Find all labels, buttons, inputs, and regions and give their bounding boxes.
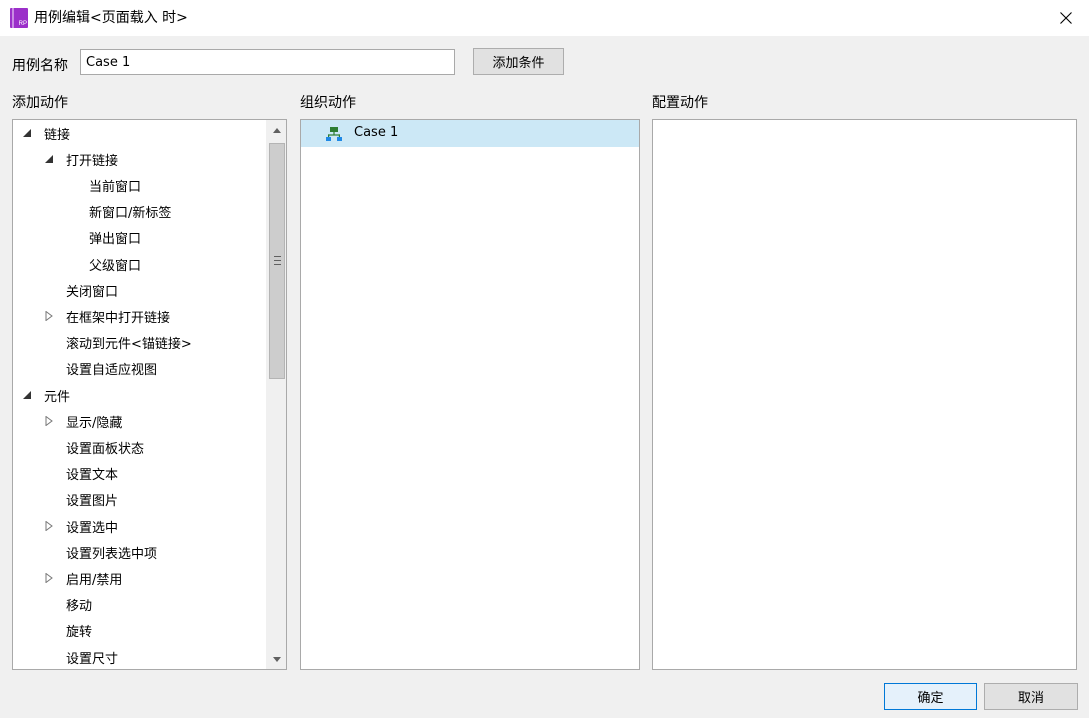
- tree-item-label: 显示/隐藏: [66, 415, 123, 431]
- collapsed-arrow-icon[interactable]: [44, 311, 54, 322]
- tree-item[interactable]: 显示/隐藏: [13, 408, 266, 434]
- tree-item-label: 移动: [66, 599, 93, 615]
- collapsed-arrow-icon[interactable]: [44, 521, 54, 531]
- tree-item[interactable]: 新窗口/新标签: [13, 199, 266, 225]
- tree-scrollbar[interactable]: [266, 120, 286, 669]
- collapsed-arrow-icon[interactable]: [44, 416, 54, 427]
- scroll-grip-icon: [274, 256, 281, 265]
- tree-item-label: 启用/禁用: [66, 572, 123, 588]
- scroll-down-button[interactable]: [267, 649, 286, 669]
- tree-item-label: 当前窗口: [89, 179, 142, 195]
- close-button[interactable]: [1043, 0, 1089, 36]
- tree-item[interactable]: 设置尺寸: [13, 644, 266, 669]
- title-bar: RP 用例编辑<页面载入 时>: [0, 0, 1089, 36]
- case-row[interactable]: Case 1: [301, 120, 639, 147]
- tree-item[interactable]: 父级窗口: [13, 251, 266, 277]
- tree-item[interactable]: 打开链接: [13, 146, 266, 172]
- configure-action-panel: [652, 119, 1077, 670]
- tree-item[interactable]: 旋转: [13, 618, 266, 644]
- tree-item[interactable]: 链接: [13, 120, 266, 146]
- tree-item-label: 旋转: [66, 625, 93, 641]
- window-title: 用例编辑<页面载入 时>: [34, 10, 188, 26]
- tree-item[interactable]: 滚动到元件<锚链接>: [13, 330, 266, 356]
- tree-item-label: 设置文本: [66, 468, 119, 484]
- tree-item[interactable]: 设置文本: [13, 461, 266, 487]
- close-icon: [1060, 12, 1072, 24]
- tree-item-label: 在框架中打开链接: [66, 310, 171, 326]
- tree-item[interactable]: 设置列表选中项: [13, 539, 266, 565]
- tree-item[interactable]: 设置选中: [13, 513, 266, 539]
- expanded-arrow-icon[interactable]: [22, 128, 32, 138]
- action-tree: 链接打开链接当前窗口新窗口/新标签 弹出窗口父级窗口关闭窗口在框架中打开链接滚动到…: [13, 120, 266, 669]
- tree-item-label: 链接: [44, 127, 71, 143]
- case-name-input[interactable]: [80, 49, 455, 75]
- scroll-down-arrow-icon: [273, 656, 281, 662]
- tree-item-label: 设置图片: [66, 494, 119, 510]
- collapsed-arrow-icon[interactable]: [44, 573, 54, 584]
- cancel-button[interactable]: 取消: [984, 683, 1078, 710]
- tree-item[interactable]: 关闭窗口: [13, 277, 266, 303]
- tree-item[interactable]: 元件: [13, 382, 266, 408]
- tree-item-label: 关闭窗口: [66, 284, 119, 300]
- organize-action-panel: Case 1: [300, 119, 640, 670]
- tree-item[interactable]: 设置图片: [13, 487, 266, 513]
- expanded-arrow-icon[interactable]: [44, 154, 54, 164]
- add-action-panel: 链接打开链接当前窗口新窗口/新标签 弹出窗口父级窗口关闭窗口在框架中打开链接滚动到…: [12, 119, 287, 670]
- tree-item-label: 滚动到元件<锚链接>: [66, 337, 192, 353]
- axure-rp-app-icon: RP: [10, 8, 28, 28]
- tree-item-label: 父级窗口: [89, 258, 142, 274]
- tree-item[interactable]: 设置自适应视图: [13, 356, 266, 382]
- case-label: Case 1: [354, 125, 399, 140]
- scroll-up-arrow-icon: [273, 127, 281, 133]
- add-condition-button[interactable]: 添加条件: [473, 48, 564, 75]
- ok-button[interactable]: 确定: [884, 683, 977, 710]
- tree-item[interactable]: 在框架中打开链接: [13, 303, 266, 329]
- tree-item-label: 设置列表选中项: [66, 546, 158, 562]
- tree-item-label: 设置自适应视图: [66, 363, 158, 379]
- tree-item-label: 元件: [44, 389, 71, 405]
- tree-item-label: 设置尺寸: [66, 651, 119, 667]
- tree-item-label: 打开链接: [66, 153, 119, 169]
- organize-action-heading: 组织动作: [300, 95, 356, 111]
- tree-item-label: 设置选中: [66, 520, 119, 536]
- case-tree-icon: [326, 127, 342, 141]
- add-action-heading: 添加动作: [12, 95, 68, 111]
- tree-item[interactable]: 移动: [13, 592, 266, 618]
- tree-item[interactable]: 当前窗口: [13, 172, 266, 198]
- configure-action-heading: 配置动作: [652, 95, 708, 111]
- scroll-thumb[interactable]: [269, 143, 285, 379]
- tree-item[interactable]: 启用/禁用: [13, 565, 266, 591]
- tree-item[interactable]: 弹出窗口: [13, 225, 266, 251]
- case-name-label: 用例名称: [12, 58, 68, 74]
- tree-item-label: 新窗口/新标签: [89, 206, 172, 222]
- expanded-arrow-icon[interactable]: [22, 390, 32, 400]
- tree-item[interactable]: 设置面板状态: [13, 434, 266, 460]
- tree-item-label: 弹出窗口: [89, 232, 142, 248]
- scroll-up-button[interactable]: [267, 120, 286, 140]
- tree-item-label: 设置面板状态: [66, 441, 145, 457]
